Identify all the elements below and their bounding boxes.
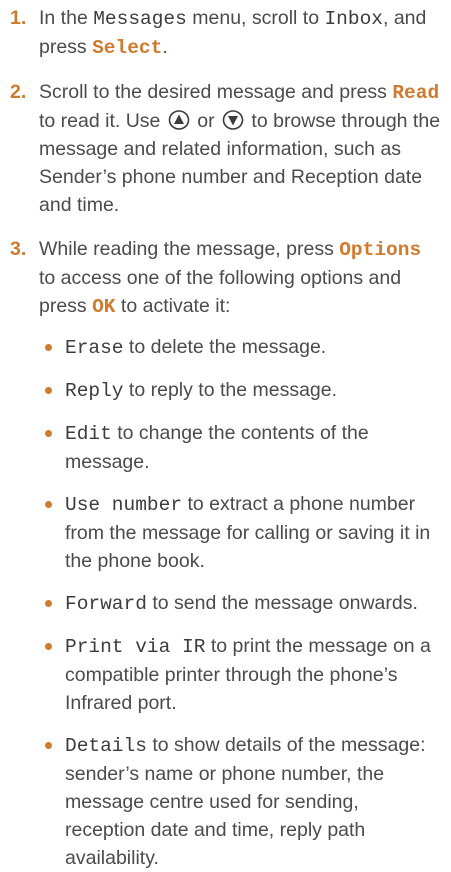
step-number: 3. [10, 238, 27, 260]
option-details: Details to show details of the message: … [39, 731, 441, 872]
step-number: 2. [10, 81, 27, 103]
softkey-ok: OK [92, 296, 116, 318]
bullet [45, 501, 52, 508]
scroll-down-key-icon [222, 109, 244, 131]
option-name: Reply [65, 380, 124, 402]
manual-page: 1. In the Messages menu, scroll to Inbox… [0, 0, 451, 869]
menu-name-messages: Messages [93, 8, 187, 30]
option-name: Edit [65, 423, 112, 445]
steps-list: 1. In the Messages menu, scroll to Inbox… [10, 4, 441, 872]
step-3: 3. While reading the message, press Opti… [10, 235, 441, 872]
softkey-options: Options [339, 239, 422, 261]
option-name: Details [65, 735, 147, 757]
option-description: to delete the message. [123, 336, 327, 358]
step-2: 2. Scroll to the desired message and pre… [10, 78, 441, 219]
step-number: 1. [10, 7, 27, 29]
option-name: Use number [65, 494, 183, 516]
option-print-via-ir: Print via IR to print the message on a c… [39, 632, 441, 717]
bullet [45, 742, 52, 749]
option-reply: Reply to reply to the message. [39, 376, 441, 405]
option-name: Forward [65, 593, 147, 615]
scroll-up-key-icon [168, 109, 190, 131]
step-text: Scroll to the desired message and press … [39, 81, 441, 216]
step-text: In the Messages menu, scroll to Inbox, a… [39, 7, 427, 59]
option-edit: Edit to change the contents of the messa… [39, 419, 441, 476]
step-1: 1. In the Messages menu, scroll to Inbox… [10, 4, 441, 62]
bullet [45, 387, 52, 394]
option-description: to send the message onwards. [146, 592, 418, 614]
option-forward: Forward to send the message onwards. [39, 589, 441, 618]
bullet [45, 600, 52, 607]
option-use-number: Use number to extract a phone number fro… [39, 490, 441, 575]
bullet [45, 344, 52, 351]
options-list: Erase to delete the message. Reply to re… [39, 333, 441, 872]
softkey-read: Read [392, 82, 440, 104]
option-erase: Erase to delete the message. [39, 333, 441, 362]
bullet [45, 643, 52, 650]
bullet [45, 430, 52, 437]
softkey-select: Select [92, 37, 163, 59]
option-description: to reply to the message. [123, 379, 338, 401]
step-text: While reading the message, press Options… [39, 238, 422, 318]
option-name: Erase [65, 337, 124, 359]
menu-item-inbox: Inbox [324, 8, 383, 30]
option-name: Print via IR [65, 636, 206, 658]
